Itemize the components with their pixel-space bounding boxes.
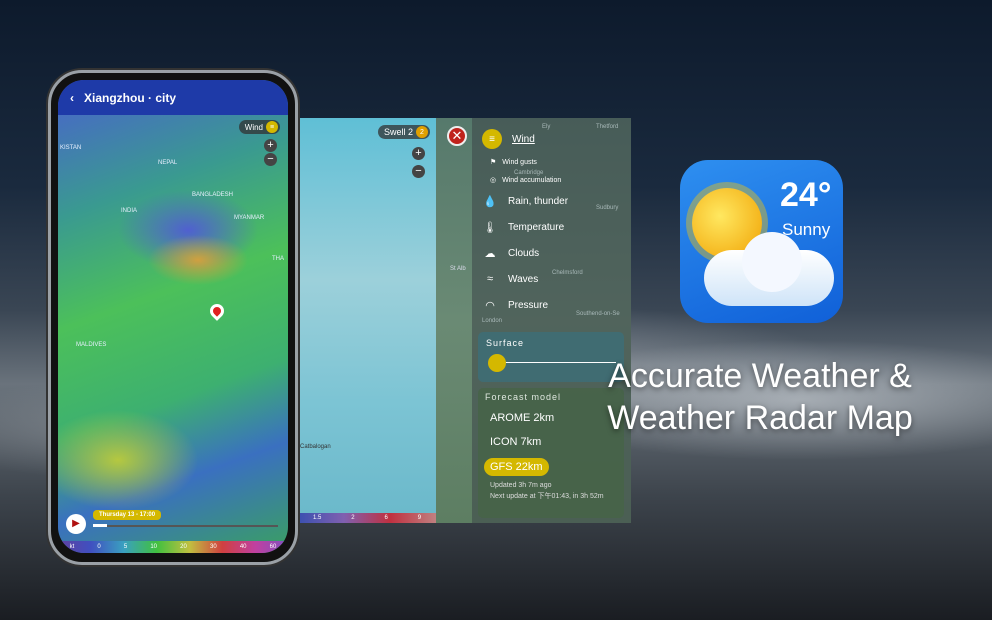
scale-tick: 0 [97, 544, 101, 550]
layer-pill[interactable]: Swell 22 [377, 125, 430, 139]
zoom-out-button[interactable]: − [264, 153, 277, 166]
timeline-slider[interactable] [93, 525, 278, 527]
scale-tick: 40 [239, 544, 247, 550]
altitude-slider-handle[interactable] [488, 354, 506, 372]
zoom-out-button[interactable]: − [412, 165, 425, 178]
scale-tick: 5 [123, 544, 128, 550]
wind-icon: ≡ [266, 121, 278, 133]
play-button[interactable]: ▶ [66, 514, 86, 534]
swell-badge: 2 [416, 126, 428, 138]
menu-item-temperature[interactable]: 🌡 Temperature [472, 214, 631, 240]
layer-pill-label: Wind [244, 122, 263, 132]
map-label: KISTAN [60, 145, 82, 151]
timeline-label: Thursday 13 - 17:00 [93, 510, 162, 520]
scale-tick: 30 [210, 544, 217, 550]
icon-condition: Sunny [782, 220, 831, 239]
location-title: Xiangzhou · city [84, 90, 177, 105]
headline-line-2: Weather Radar Map [607, 399, 913, 437]
scale-tick: 2 [351, 515, 355, 521]
map-label: Catbalogan [300, 444, 331, 450]
scale-tick: 1.5 [312, 515, 322, 521]
headline-line-1: Accurate Weather & [608, 357, 912, 395]
map-label: THA [272, 256, 284, 262]
surface-label: Surface [486, 338, 525, 348]
map-label: MYANMAR [234, 215, 265, 221]
back-button[interactable]: ‹ [70, 91, 74, 105]
location-pin-icon[interactable] [207, 301, 227, 321]
map-label: MALDIVES [76, 342, 107, 348]
menu-item-label: Wind accumulation [502, 176, 562, 184]
map-label: NEPAL [158, 160, 178, 166]
cloud-puff [742, 232, 802, 292]
menu-item-rain[interactable]: 💧 Rain, thunder [472, 188, 631, 214]
layer-menu: ≡ Wind ⚑ Wind gusts ◎ Wind accumulation 💧 Ra… [472, 118, 631, 523]
menu-item-wind[interactable]: ≡ Wind [472, 126, 631, 152]
scale-tick: 6 [384, 515, 388, 521]
menu-item-pressure[interactable]: ◠ Pressure [472, 292, 631, 318]
scale-tick: 60 [269, 544, 277, 550]
zoom-in-button[interactable]: + [412, 147, 425, 160]
map-label: INDIA [121, 208, 138, 214]
waves-icon: ≈ [486, 273, 494, 285]
menu-item-label: Waves [508, 273, 539, 285]
next-update-text: Next update at 下午01:43, in 3h 52m [490, 493, 604, 500]
app-icon: 24° Sunny [680, 160, 843, 323]
scale-tick: 10 [150, 544, 158, 550]
gauge-icon: ◠ [485, 299, 495, 312]
wind-icon: ≡ [482, 129, 502, 149]
app-header: ‹ Xiangzhou · city [58, 80, 288, 115]
map-label: St Alb [450, 266, 466, 272]
menu-item-clouds[interactable]: ☁ Clouds [472, 240, 631, 266]
timeline-progress [93, 524, 107, 527]
menu-item-label: Clouds [508, 247, 540, 259]
layer-pill[interactable]: Wind ≡ [238, 120, 280, 134]
menu-item-wind-gusts[interactable]: ⚑ Wind gusts [472, 152, 631, 172]
updated-text: Updated 3h 7m ago [490, 482, 552, 489]
drop-icon: 💧 [483, 195, 497, 208]
scale-tick: 20 [180, 544, 187, 550]
phone-screen: ‹ Xiangzhou · city Wind ≡ + − KISTAN NEPAL… [58, 80, 288, 553]
menu-item-waves[interactable]: ≈ Waves [472, 266, 631, 292]
menu-item-label: Rain, thunder [508, 195, 569, 207]
wind-color-scale: kt 0 5 10 20 30 40 60 [58, 541, 288, 553]
menu-item-label: Pressure [508, 299, 549, 311]
menu-item-label: Wind [512, 133, 535, 145]
headline: Accurate Weather & Weather Radar Map [560, 355, 960, 439]
layer-pill-label: Swell 2 [383, 127, 413, 137]
zoom-in-button[interactable]: + [264, 139, 277, 152]
icon-temperature: 24° [780, 176, 832, 214]
scale-tick: 9 [417, 515, 422, 521]
cloud-icon: ☁ [484, 247, 496, 260]
cyclone-icon: ◎ [490, 177, 497, 184]
menu-item-label: Temperature [508, 221, 565, 233]
map-label: BANGLADESH [192, 192, 234, 198]
close-button[interactable]: ✕ [447, 126, 467, 146]
scale-tick: kt [69, 544, 75, 550]
model-option-selected[interactable]: GFS 22km [484, 458, 549, 476]
menu-item-label: Wind gusts [502, 158, 537, 166]
swell-map-panel: Swell 22 + − Catbalogan 1.5 2 6 9 [298, 118, 436, 523]
swell-color-scale: 1.5 2 6 9 [298, 513, 436, 523]
thermometer-icon: 🌡 [483, 221, 497, 234]
flag-icon: ⚑ [490, 159, 497, 166]
menu-item-wind-accumulation[interactable]: ◎ Wind accumulation [472, 172, 631, 188]
